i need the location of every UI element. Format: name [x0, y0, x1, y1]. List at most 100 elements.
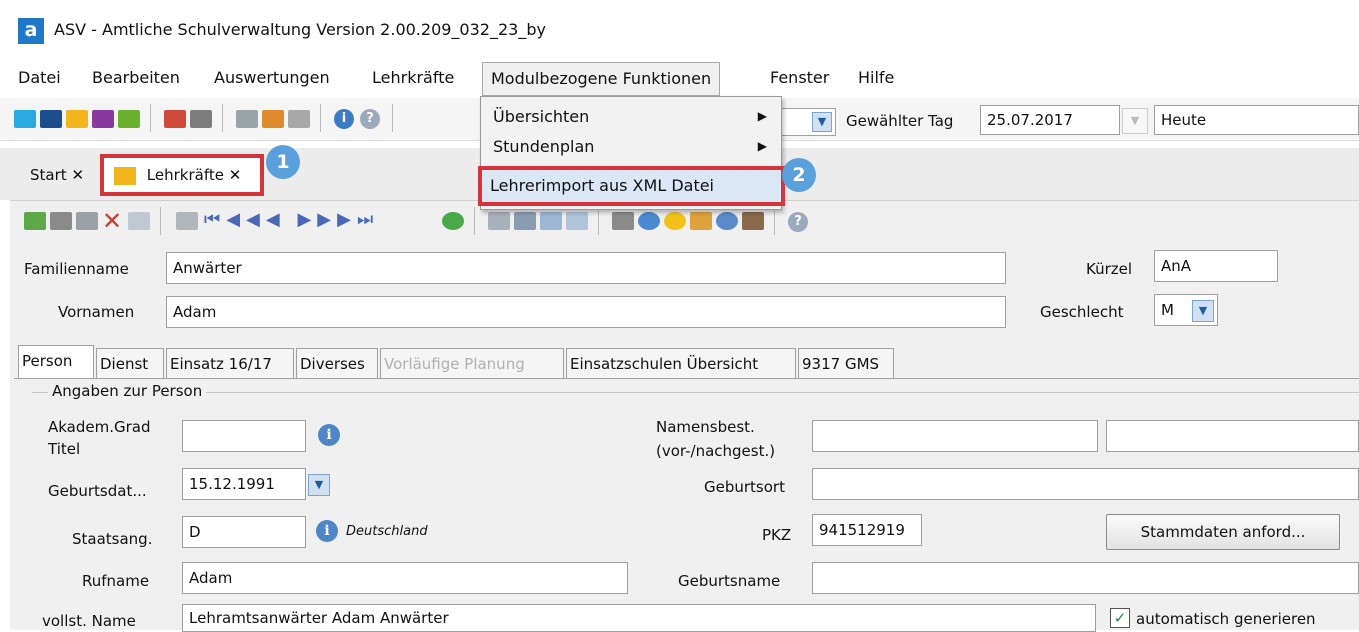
toolbar-separator	[392, 104, 393, 132]
navigation-arrows-icon[interactable]: ⏮◀◀◀ ▶▶▶⏭	[204, 209, 379, 230]
auto-generate-checkbox[interactable]: ✓	[1110, 608, 1130, 628]
toolbar-separator	[474, 207, 475, 235]
table-icon[interactable]	[128, 212, 150, 230]
tab-vorlaeufige-planung: Vorläufige Planung	[380, 348, 564, 378]
rooms-icon[interactable]	[118, 110, 140, 128]
akadem-grad-label: Akadem.Grad	[48, 418, 151, 436]
vornamen-label: Vornamen	[58, 303, 135, 321]
toolbar-separator	[598, 207, 599, 235]
close-icon[interactable]: ✕	[71, 166, 84, 184]
view-select[interactable]: ▼	[778, 108, 836, 136]
new-record-icon[interactable]	[24, 212, 46, 230]
eye-icon[interactable]	[638, 212, 660, 230]
tab-diverses[interactable]: Diverses	[296, 348, 378, 378]
vollstaendiger-name-field[interactable]: Lehramtsanwärter Adam Anwärter	[182, 604, 1096, 632]
paste-icon[interactable]	[566, 212, 588, 230]
new-window-icon[interactable]	[262, 110, 284, 128]
app-logo-icon: a	[18, 18, 44, 44]
calculator-icon[interactable]	[190, 110, 212, 128]
tab-einsatz[interactable]: Einsatz 16/17	[166, 348, 294, 378]
teachers-icon	[114, 166, 136, 185]
date-picker-chevron-icon[interactable]: ▼	[1122, 108, 1148, 134]
chevron-down-icon[interactable]: ▼	[812, 112, 832, 132]
tab-dienst[interactable]: Dienst	[96, 348, 164, 378]
chevron-down-icon[interactable]: ▼	[308, 474, 330, 496]
namensbest-sub-label: (vor-/nachgest.)	[656, 442, 776, 460]
toolbar-separator	[774, 207, 775, 235]
teachers-blue-icon[interactable]	[14, 110, 36, 128]
menu-modulbezogene-funktionen[interactable]: Modulbezogene Funktionen	[482, 62, 721, 96]
vornamen-field[interactable]: Adam	[166, 296, 1006, 328]
tab-lehrkraefte[interactable]: Lehrkräfte ✕	[114, 158, 241, 192]
copy-icon[interactable]	[236, 110, 258, 128]
cut-icon[interactable]	[514, 212, 536, 230]
today-field[interactable]: Heute	[1154, 105, 1359, 135]
menu-hilfe[interactable]: Hilfe	[858, 68, 894, 87]
info-icon[interactable]: i	[316, 520, 338, 542]
lightning-icon[interactable]	[288, 110, 310, 128]
delete-icon[interactable]: ✕	[102, 207, 122, 235]
kuerzel-field[interactable]: AnA	[1154, 250, 1278, 282]
undo-icon[interactable]	[76, 212, 98, 230]
menu-item-lehrerimport-xml[interactable]: Lehrerimport aus XML Datei	[490, 176, 714, 195]
menu-item-stundenplan[interactable]: Stundenplan	[493, 137, 594, 156]
tools-icon[interactable]	[690, 212, 712, 230]
book-icon[interactable]	[164, 110, 186, 128]
chevron-down-icon[interactable]: ▼	[1192, 300, 1214, 322]
rufname-label: Rufname	[82, 572, 150, 590]
familienname-label: Familienname	[24, 260, 129, 278]
geschlecht-label: Geschlecht	[1040, 303, 1124, 321]
geburtsort-field[interactable]	[812, 468, 1359, 500]
window-title: ASV - Amtliche Schulverwaltung Version 2…	[54, 20, 546, 39]
lightbulb-icon[interactable]	[664, 212, 686, 230]
menu-fenster[interactable]: Fenster	[770, 68, 829, 87]
tab-lehrkraefte-label: Lehrkräfte	[146, 166, 224, 184]
help-icon[interactable]: ?	[788, 212, 808, 232]
geburtsort-label: Geburtsort	[704, 478, 785, 496]
namensbest-vor-field[interactable]	[812, 420, 1098, 452]
akadem-grad-field[interactable]	[182, 420, 306, 452]
toolbar-separator	[320, 104, 321, 132]
person-card-icon[interactable]	[742, 212, 764, 230]
copy-icon[interactable]	[540, 212, 562, 230]
pkz-field[interactable]: 941512919	[812, 514, 922, 546]
menu-bar: Datei Bearbeiten Auswertungen Lehrkräfte…	[0, 62, 1359, 96]
toolbar-separator	[160, 207, 161, 235]
menu-bearbeiten[interactable]: Bearbeiten	[92, 68, 180, 87]
menu-auswertungen[interactable]: Auswertungen	[214, 68, 330, 87]
geburtsdatum-field[interactable]: 15.12.1991	[182, 468, 306, 500]
clock-icon[interactable]	[716, 212, 738, 230]
subjects-icon[interactable]	[92, 110, 114, 128]
info-icon[interactable]: i	[318, 424, 340, 446]
tab-start-label: Start	[30, 166, 67, 184]
tab-start[interactable]: Start ✕	[30, 158, 84, 192]
menu-item-uebersichten[interactable]: Übersichten	[493, 107, 589, 126]
staatsangehoerigkeit-field[interactable]: D	[182, 516, 306, 548]
tab-einsatzschulen-uebersicht[interactable]: Einsatzschulen Übersicht	[566, 348, 796, 378]
geburtsname-field[interactable]	[812, 562, 1359, 594]
refresh-icon[interactable]	[442, 212, 464, 230]
stammdaten-anfordern-button[interactable]: Stammdaten anford...	[1106, 514, 1340, 550]
familienname-field[interactable]: Anwärter	[166, 252, 1006, 284]
toolbar-separator	[222, 104, 223, 132]
geschlecht-value: M	[1161, 301, 1174, 319]
geburtsname-label: Geburtsname	[678, 572, 781, 590]
rufname-field[interactable]: Adam	[182, 562, 628, 594]
group-divider	[32, 392, 1359, 393]
tab-9317-gms[interactable]: 9317 GMS	[798, 348, 894, 378]
students-icon[interactable]	[66, 110, 88, 128]
print-icon[interactable]	[612, 212, 634, 230]
save-icon[interactable]	[50, 212, 72, 230]
close-icon[interactable]: ✕	[229, 166, 242, 184]
menu-lehrkraefte[interactable]: Lehrkräfte	[372, 68, 454, 87]
menu-datei[interactable]: Datei	[18, 68, 61, 87]
help-icon[interactable]: ?	[360, 109, 380, 129]
info-icon[interactable]: i	[334, 109, 354, 129]
toolbar-separator	[150, 104, 151, 132]
tab-person[interactable]: Person	[18, 345, 94, 378]
class-icon[interactable]	[40, 110, 62, 128]
grid-icon[interactable]	[176, 212, 198, 230]
selected-day-field[interactable]: 25.07.2017	[980, 105, 1120, 135]
arrow-left-icon[interactable]	[488, 212, 510, 230]
namensbest-nach-field[interactable]	[1106, 420, 1359, 452]
